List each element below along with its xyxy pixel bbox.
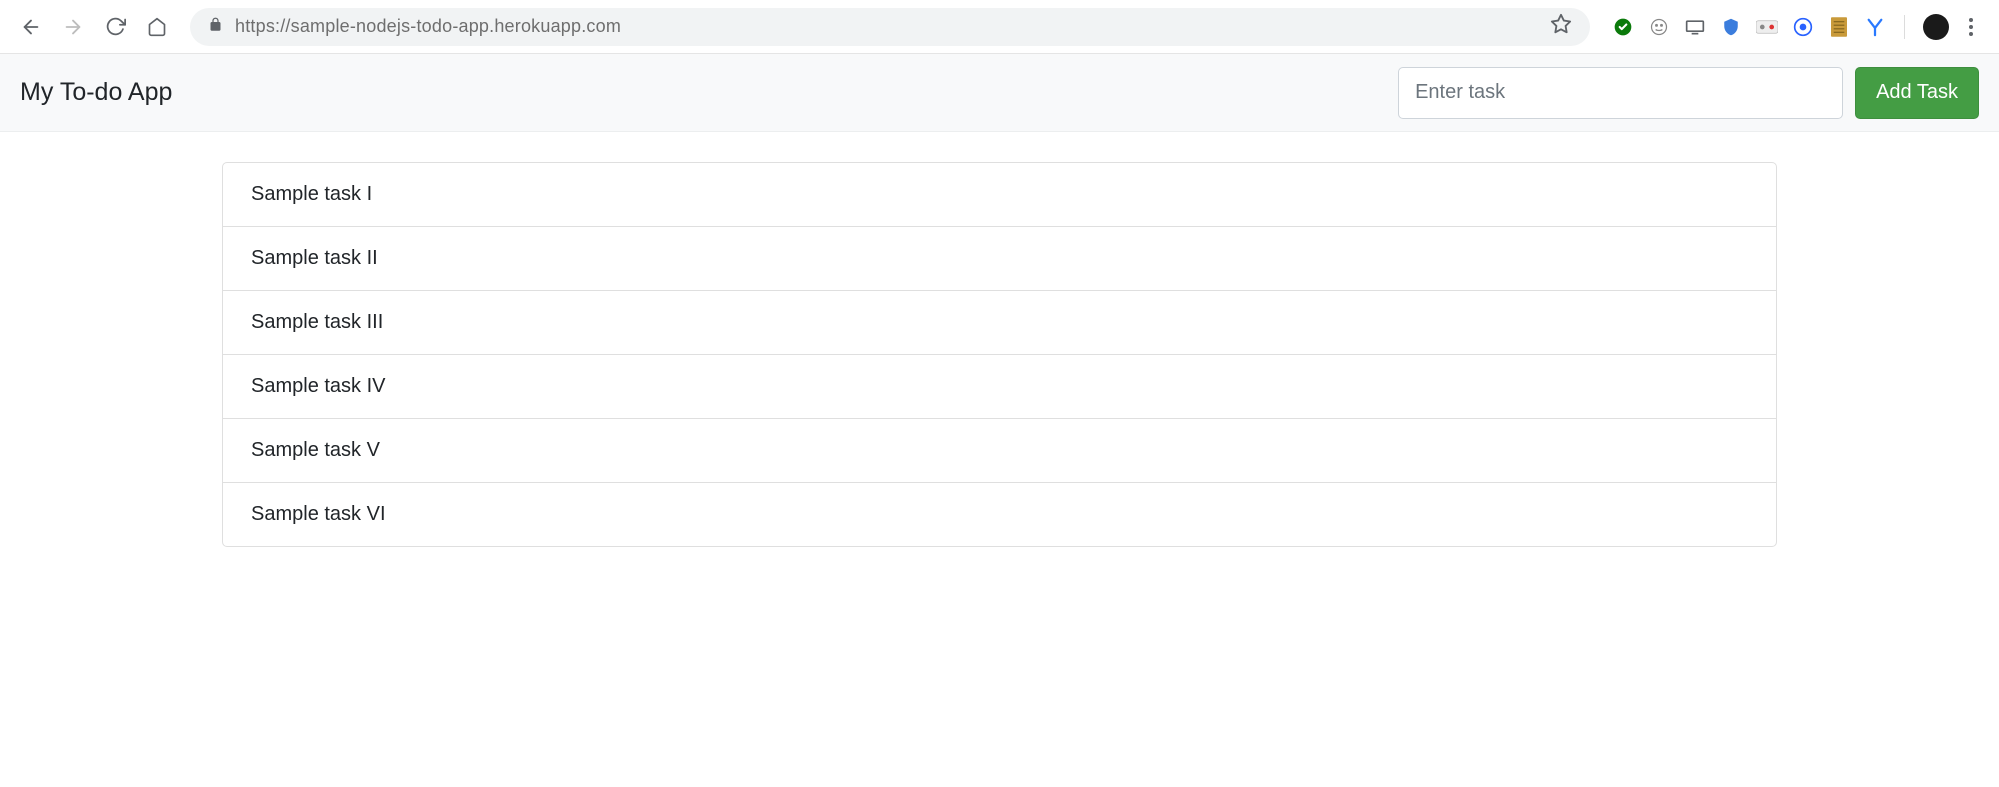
app-header: My To-do App Add Task [0, 54, 1999, 132]
extension-icon-2[interactable] [1648, 16, 1670, 38]
task-item[interactable]: Sample task II [223, 227, 1776, 291]
extension-icon-6[interactable] [1792, 16, 1814, 38]
arrow-left-icon [20, 16, 42, 38]
add-task-form: Add Task [1398, 67, 1979, 119]
task-item[interactable]: Sample task V [223, 419, 1776, 483]
app-title: My To-do App [20, 78, 172, 107]
lock-icon [208, 17, 223, 37]
task-label: Sample task II [251, 247, 378, 269]
task-label: Sample task I [251, 183, 372, 205]
task-label: Sample task VI [251, 503, 386, 525]
reload-button[interactable] [98, 10, 132, 44]
task-item[interactable]: Sample task IV [223, 355, 1776, 419]
task-item[interactable]: Sample task III [223, 291, 1776, 355]
browser-menu-button[interactable] [1963, 18, 1979, 36]
forward-button[interactable] [56, 10, 90, 44]
back-button[interactable] [14, 10, 48, 44]
reload-icon [105, 16, 126, 37]
extension-icon-7[interactable] [1828, 16, 1850, 38]
task-list: Sample task I Sample task II Sample task… [222, 162, 1777, 547]
task-input[interactable] [1398, 67, 1843, 119]
task-label: Sample task III [251, 311, 383, 333]
extension-icon-3[interactable] [1684, 16, 1706, 38]
browser-toolbar: https://sample-nodejs-todo-app.herokuapp… [0, 0, 1999, 54]
task-item[interactable]: Sample task I [223, 163, 1776, 227]
address-bar[interactable]: https://sample-nodejs-todo-app.herokuapp… [190, 8, 1590, 46]
arrow-right-icon [62, 16, 84, 38]
extension-icon-5[interactable] [1756, 16, 1778, 38]
extension-icons [1606, 14, 1985, 40]
add-task-button[interactable]: Add Task [1855, 67, 1979, 119]
url-text: https://sample-nodejs-todo-app.herokuapp… [235, 16, 621, 37]
home-icon [147, 17, 167, 37]
profile-avatar[interactable] [1923, 14, 1949, 40]
bookmark-star-icon[interactable] [1550, 13, 1572, 40]
task-label: Sample task V [251, 439, 380, 461]
task-item[interactable]: Sample task VI [223, 483, 1776, 546]
extension-icon-1[interactable] [1612, 16, 1634, 38]
extension-icon-4[interactable] [1720, 16, 1742, 38]
home-button[interactable] [140, 10, 174, 44]
toolbar-separator [1904, 15, 1905, 39]
task-label: Sample task IV [251, 375, 386, 397]
extension-icon-8[interactable] [1864, 16, 1886, 38]
main-content: Sample task I Sample task II Sample task… [0, 132, 1999, 577]
